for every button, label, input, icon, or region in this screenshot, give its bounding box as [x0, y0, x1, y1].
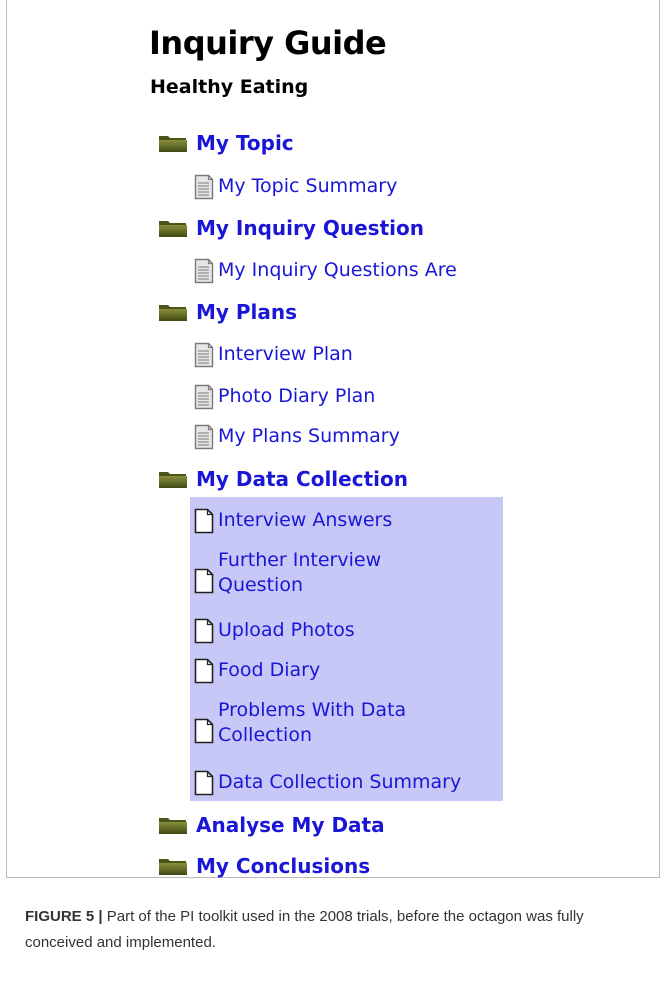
page-label: Food Diary: [218, 659, 321, 681]
page-label: My Inquiry Questions Are: [218, 259, 457, 281]
document-lines-icon: [194, 258, 214, 284]
blank-page-icon: [194, 658, 214, 684]
folder-analyse-my-data[interactable]: Analyse My Data: [158, 810, 385, 840]
folder-label: My Data Collection: [196, 467, 408, 491]
folder-my-inquiry-question[interactable]: My Inquiry Question: [158, 213, 424, 243]
page-label: My Topic Summary: [218, 175, 398, 197]
document-lines-icon: [194, 174, 214, 200]
page-interview-plan[interactable]: Interview Plan: [194, 342, 353, 368]
blank-page-icon: [194, 770, 214, 796]
folder-my-data-collection[interactable]: My Data Collection: [158, 464, 408, 494]
folder-my-conclusions[interactable]: My Conclusions: [158, 851, 370, 881]
folder-label: My Inquiry Question: [196, 216, 424, 240]
page-label: Interview Answers: [218, 509, 393, 531]
page-food-diary[interactable]: Food Diary: [194, 658, 320, 684]
page-further-interview-question[interactable]: Further Interview Question: [194, 548, 381, 598]
page-my-plans-summary[interactable]: My Plans Summary: [194, 424, 400, 450]
folder-label: My Conclusions: [196, 854, 371, 878]
page-label-line: Problems With Data: [218, 699, 407, 721]
folder-label: My Topic: [196, 131, 294, 155]
page-label: Upload Photos: [218, 619, 355, 641]
page-problems-with-data-collection[interactable]: Problems With Data Collection: [194, 698, 406, 748]
folder-icon: [158, 133, 188, 153]
folder-icon: [158, 302, 188, 322]
caption-label: FIGURE 5: [25, 908, 95, 925]
page-label: Further Interview Question: [218, 548, 381, 598]
page-my-inquiry-questions-are[interactable]: My Inquiry Questions Are: [194, 258, 457, 284]
folder-icon: [158, 856, 188, 876]
document-lines-icon: [194, 424, 214, 450]
page-label: Data Collection Summary: [218, 771, 462, 793]
folder-label: My Plans: [196, 300, 298, 324]
document-lines-icon: [194, 384, 214, 410]
folder-my-plans[interactable]: My Plans: [158, 297, 297, 327]
page-label: Interview Plan: [218, 343, 353, 365]
selected-section-highlight: [190, 497, 503, 801]
folder-icon: [158, 815, 188, 835]
blank-page-icon: [194, 508, 214, 534]
folder-label: Analyse My Data: [196, 813, 385, 837]
page-label-line: Question: [218, 574, 303, 596]
page-data-collection-summary[interactable]: Data Collection Summary: [194, 770, 461, 796]
page-title: Inquiry Guide: [149, 24, 387, 62]
figure-caption: FIGURE 5 | Part of the PI toolkit used i…: [25, 904, 645, 956]
page-my-topic-summary[interactable]: My Topic Summary: [194, 174, 397, 200]
page-label-line: Collection: [218, 724, 312, 746]
page-upload-photos[interactable]: Upload Photos: [194, 618, 355, 644]
folder-icon: [158, 469, 188, 489]
folder-my-topic[interactable]: My Topic: [158, 128, 294, 158]
page-label: My Plans Summary: [218, 425, 400, 447]
page-interview-answers[interactable]: Interview Answers: [194, 508, 392, 534]
folder-icon: [158, 218, 188, 238]
page-label: Photo Diary Plan: [218, 385, 376, 407]
blank-page-icon: [194, 568, 214, 594]
blank-page-icon: [194, 618, 214, 644]
caption-text: Part of the PI toolkit used in the 2008 …: [25, 908, 584, 951]
page-subtitle: Healthy Eating: [150, 76, 309, 98]
blank-page-icon: [194, 718, 214, 744]
document-lines-icon: [194, 342, 214, 368]
page-label: Problems With Data Collection: [218, 698, 406, 748]
page-photo-diary-plan[interactable]: Photo Diary Plan: [194, 384, 375, 410]
page-label-line: Further Interview: [218, 549, 382, 571]
